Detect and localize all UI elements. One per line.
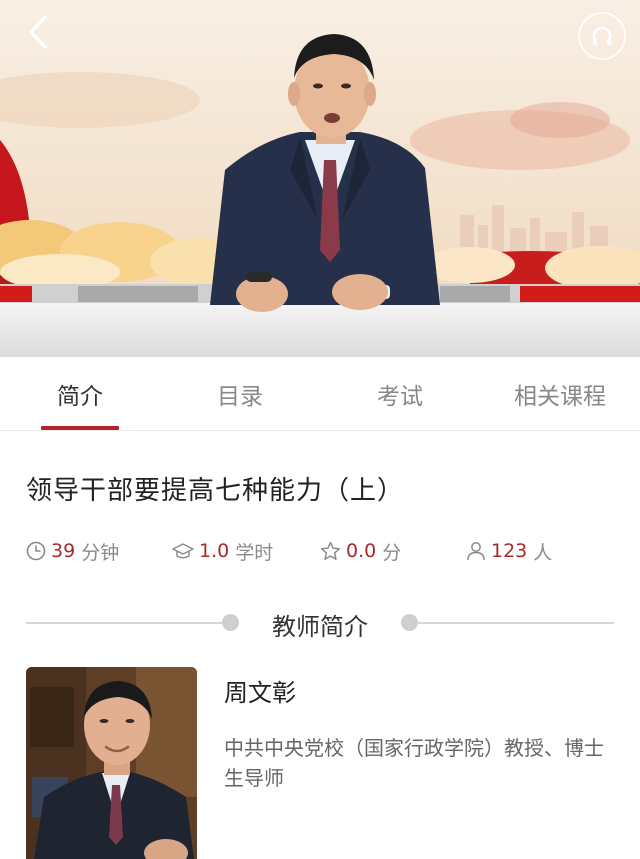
course-title: 领导干部要提高七种能力（上） <box>26 476 405 506</box>
credit-value: 1.0 <box>199 540 230 562</box>
tab-intro[interactable]: 简介 <box>0 357 160 430</box>
teacher-section-header: 教师简介 <box>26 603 614 643</box>
graduation-cap-icon <box>172 543 194 559</box>
clock-icon <box>26 541 46 561</box>
divider-dot-right <box>401 614 418 631</box>
star-icon <box>320 541 341 560</box>
divider-line-right <box>418 622 614 624</box>
teacher-description: 中共中央党校（国家行政学院）教授、博士生导师 <box>224 736 604 790</box>
tab-related-courses[interactable]: 相关课程 <box>480 357 640 430</box>
tab-bar: 简介 目录 考试 相关课程 <box>0 357 640 431</box>
person-icon <box>467 542 485 561</box>
duration-unit: 分钟 <box>81 541 120 564</box>
headphones-icon <box>592 26 612 45</box>
duration-value: 39 <box>51 540 76 562</box>
teacher-portrait <box>26 667 197 859</box>
back-button[interactable] <box>18 12 58 52</box>
section-title: 教师简介 <box>272 613 368 641</box>
rating-value: 0.0 <box>346 540 377 562</box>
duration-stat: 39 分钟 <box>26 536 119 566</box>
audio-mode-button[interactable] <box>578 12 626 60</box>
learners-stat: 123 人 <box>466 536 552 566</box>
course-stats: 39 分钟 1.0 学时 0.0 分 123 人 <box>26 536 626 566</box>
rating-stat: 0.0 分 <box>320 536 401 566</box>
credit-stat: 1.0 学时 <box>172 536 273 566</box>
credit-unit: 学时 <box>235 541 274 564</box>
video-frame <box>0 0 640 357</box>
teacher-name: 周文彰 <box>224 679 296 707</box>
tab-exam[interactable]: 考试 <box>320 357 480 430</box>
video-player[interactable] <box>0 0 640 357</box>
learners-value: 123 <box>491 540 528 562</box>
rating-unit: 分 <box>382 541 402 564</box>
chevron-left-icon <box>29 15 47 49</box>
learners-unit: 人 <box>533 541 553 564</box>
teacher-avatar[interactable] <box>26 667 197 859</box>
tab-catalog[interactable]: 目录 <box>160 357 320 430</box>
